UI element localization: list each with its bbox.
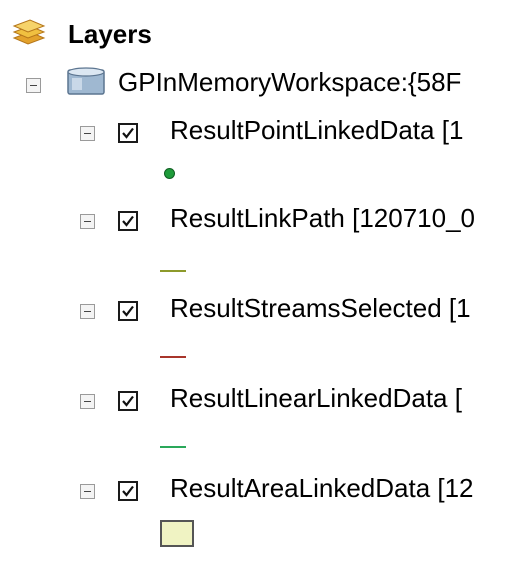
line-symbol-icon — [160, 270, 186, 272]
layer-visibility-checkbox[interactable] — [118, 481, 138, 501]
collapse-icon[interactable] — [80, 304, 95, 319]
toc-root-label: Layers — [68, 19, 152, 49]
layer-label: ResultAreaLinkedData [12 — [170, 473, 474, 503]
collapse-icon[interactable] — [80, 484, 95, 499]
line-symbol-icon — [160, 356, 186, 358]
layer-label: ResultLinkPath [120710_0 — [170, 203, 476, 233]
layer-visibility-checkbox[interactable] — [118, 301, 138, 321]
workspace-label: GPInMemoryWorkspace:{58F — [118, 67, 462, 97]
fill-symbol-icon — [160, 520, 194, 547]
point-symbol-icon — [161, 165, 178, 182]
collapse-icon[interactable] — [80, 126, 95, 141]
collapse-icon[interactable] — [26, 78, 41, 93]
database-icon — [64, 66, 112, 103]
layer-visibility-checkbox[interactable] — [118, 123, 138, 143]
layers-icon — [10, 16, 46, 53]
layer-visibility-checkbox[interactable] — [118, 211, 138, 231]
collapse-icon[interactable] — [80, 394, 95, 409]
layer-label: ResultLinearLinkedData [ — [170, 383, 462, 413]
layer-label: ResultPointLinkedData [1 — [170, 115, 464, 145]
layer-visibility-checkbox[interactable] — [118, 391, 138, 411]
collapse-icon[interactable] — [80, 214, 95, 229]
line-symbol-icon — [160, 446, 186, 448]
layer-label: ResultStreamsSelected [1 — [170, 293, 471, 323]
